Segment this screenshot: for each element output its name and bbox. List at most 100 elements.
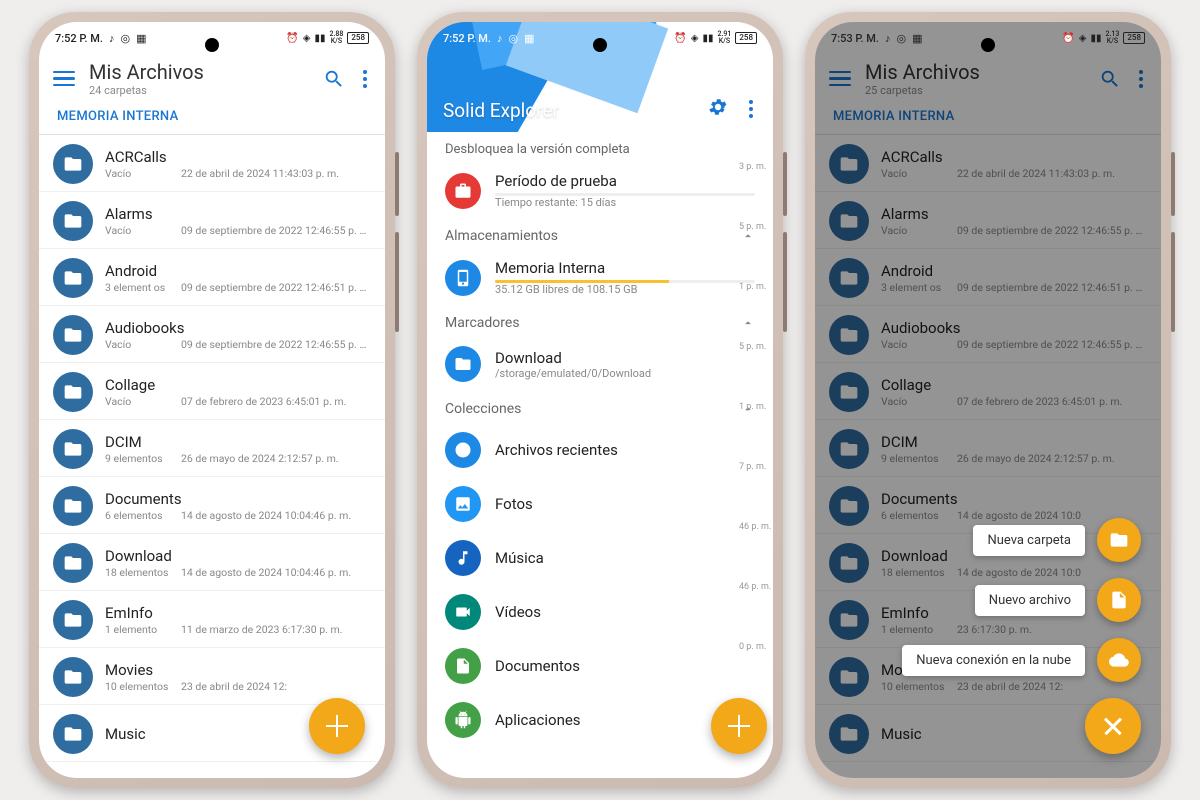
fab-add[interactable] — [309, 698, 365, 754]
tiktok-icon: ♪ — [885, 32, 891, 45]
settings-icon[interactable] — [707, 96, 729, 122]
folder-date: 09 de septiembre de 2022 12:46:51 p. m. — [181, 281, 371, 294]
folder-name: Documents — [105, 490, 371, 508]
folder-icon — [53, 315, 93, 355]
overflow-icon[interactable] — [745, 96, 757, 122]
folder-icon — [53, 600, 93, 640]
folder-row[interactable]: Movies10 elementos 23 de abril de 2024 12… — [39, 648, 385, 705]
folder-date: 23 de abril de 2024 12: — [181, 680, 371, 693]
battery-icon: 258 — [735, 32, 757, 44]
fab-new-cloud[interactable]: Nueva conexión en la nube — [902, 638, 1141, 682]
folder-row[interactable]: Download18 elementos14 de agosto de 2024… — [39, 534, 385, 591]
folder-icon — [53, 144, 93, 184]
section-storage[interactable]: Almacenamientos — [427, 218, 773, 250]
folder-date: 07 de febrero de 2023 6:45:01 p. m. — [181, 395, 371, 408]
folder-count: 18 elementos — [105, 566, 173, 579]
camera-cutout — [981, 38, 995, 52]
status-time: 7:52 P. M. — [443, 32, 491, 45]
folder-icon — [53, 201, 93, 241]
calendar-icon: ▦ — [524, 32, 534, 45]
folder-name: ACRCalls — [105, 148, 371, 166]
overflow-icon[interactable] — [359, 66, 371, 92]
collection-clock[interactable]: Archivos recientes — [427, 423, 773, 477]
battery-icon: 258 — [347, 32, 369, 44]
fab-new-folder[interactable]: Nueva carpeta — [973, 518, 1141, 562]
folder-date: 09 de septiembre de 2022 12:46:55 p. m. — [181, 338, 371, 351]
folder-row[interactable]: CollageVacío07 de febrero de 2023 6:45:0… — [39, 363, 385, 420]
folder-list[interactable]: ACRCalls Vacío 22 de abril de 2024 11:43:0… — [39, 135, 385, 778]
folder-row[interactable]: AudiobooksVacío 09 de septiembre de 2022 … — [39, 306, 385, 363]
folder-name: Collage — [105, 376, 371, 394]
folder-name: Audiobooks — [105, 319, 371, 337]
folder-date: 09 de septiembre de 2022 12:46:55 p. m. — [181, 224, 371, 237]
signal-icon: ▮▮ — [1090, 33, 1101, 44]
fab-close[interactable] — [1085, 698, 1141, 754]
menu-icon[interactable] — [53, 67, 75, 91]
trial-row[interactable]: Período de prueba 0% Tiempo restante: 15… — [427, 163, 773, 218]
clock-icon — [445, 432, 481, 468]
folder-icon — [53, 372, 93, 412]
tiktok-icon: ♪ — [109, 32, 115, 45]
camera-cutout — [593, 38, 607, 52]
alarm-icon: ⏰ — [286, 33, 298, 44]
alarm-icon: ⏰ — [674, 33, 686, 44]
folder-icon — [53, 714, 93, 754]
signal-icon: ▮▮ — [702, 33, 713, 44]
folder-icon — [53, 258, 93, 298]
tab-internal-storage[interactable]: MEMORIA INTERNA — [39, 101, 385, 135]
doc-icon — [445, 648, 481, 684]
briefcase-icon — [445, 173, 481, 209]
tiktok-icon: ♪ — [497, 32, 503, 45]
music-icon — [445, 540, 481, 576]
folder-name: Android — [105, 262, 371, 280]
folder-icon — [53, 543, 93, 583]
folder-count: 10 elementos — [105, 680, 173, 693]
folder-count: Vacío — [105, 224, 173, 237]
folder-count: 6 elementos — [105, 509, 173, 522]
fab-new-file[interactable]: Nuevo archivo — [975, 578, 1141, 622]
drawer-title: Solid Explorer — [443, 99, 707, 122]
battery-icon: 258 — [1123, 32, 1145, 44]
alarm-icon: ⏰ — [1062, 33, 1074, 44]
folder-icon — [1097, 518, 1141, 562]
folder-row[interactable]: EmInfo1 elemento11 de marzo de 2023 6:17… — [39, 591, 385, 648]
fab-add[interactable] — [711, 698, 767, 754]
status-time: 7:52 P. M. — [55, 32, 103, 45]
app-toolbar: Mis Archivos 24 carpetas — [39, 54, 385, 101]
folder-date: 22 de abril de 2024 11:43:03 p. m. — [181, 167, 371, 180]
folder-row[interactable]: DCIM9 elementos26 de mayo de 2024 2:12:5… — [39, 420, 385, 477]
folder-date: 14 de agosto de 2024 10:04:46 p. m. — [181, 566, 371, 579]
collection-image[interactable]: Fotos — [427, 477, 773, 531]
folder-icon — [53, 657, 93, 697]
folder-row[interactable]: AlarmsVacío09 de septiembre de 2022 12:4… — [39, 192, 385, 249]
folder-row[interactable]: ACRCallsVacío22 de abril de 2024 11:43:0… — [39, 135, 385, 192]
instagram-icon: ◎ — [896, 32, 906, 45]
collection-video[interactable]: Vídeos — [427, 585, 773, 639]
bookmark-download[interactable]: Download /storage/emulated/0/Download — [427, 337, 773, 391]
folder-row[interactable]: Documents6 elementos14 de agosto de 2024… — [39, 477, 385, 534]
folder-date: 11 de marzo de 2023 6:17:30 p. m. — [181, 623, 371, 636]
trial-label: Período de prueba — [495, 172, 755, 190]
folder-row[interactable]: Android3 element os 09 de septiembre de 2… — [39, 249, 385, 306]
folder-name: Movies — [105, 661, 371, 679]
storage-internal[interactable]: Memoria Interna 67% 35.12 GB libres de 1… — [427, 250, 773, 305]
instagram-icon: ◎ — [120, 32, 130, 45]
section-collections[interactable]: Colecciones — [427, 391, 773, 423]
wifi-icon: ◈ — [691, 33, 699, 44]
phone-icon — [445, 260, 481, 296]
search-icon[interactable] — [323, 68, 345, 90]
phone-1: 7:52 P. M. ♪ ◎ ▦ ⏰ ◈ ▮▮ 2.88K/S 258 Mis … — [29, 12, 395, 788]
calendar-icon: ▦ — [912, 32, 922, 45]
folder-name: EmInfo — [105, 604, 371, 622]
unlock-prompt[interactable]: Desbloquea la versión completa — [427, 132, 773, 163]
collection-music[interactable]: Música — [427, 531, 773, 585]
page-title: Mis Archivos — [89, 60, 309, 84]
folder-count: 3 element os — [105, 281, 173, 294]
file-icon — [1097, 578, 1141, 622]
android-icon — [445, 702, 481, 738]
navigation-drawer[interactable]: Desbloquea la versión completa Período d… — [427, 132, 773, 778]
folder-icon — [53, 486, 93, 526]
folder-count: Vacío — [105, 338, 173, 351]
section-bookmarks[interactable]: Marcadores — [427, 305, 773, 337]
collection-doc[interactable]: Documentos — [427, 639, 773, 693]
